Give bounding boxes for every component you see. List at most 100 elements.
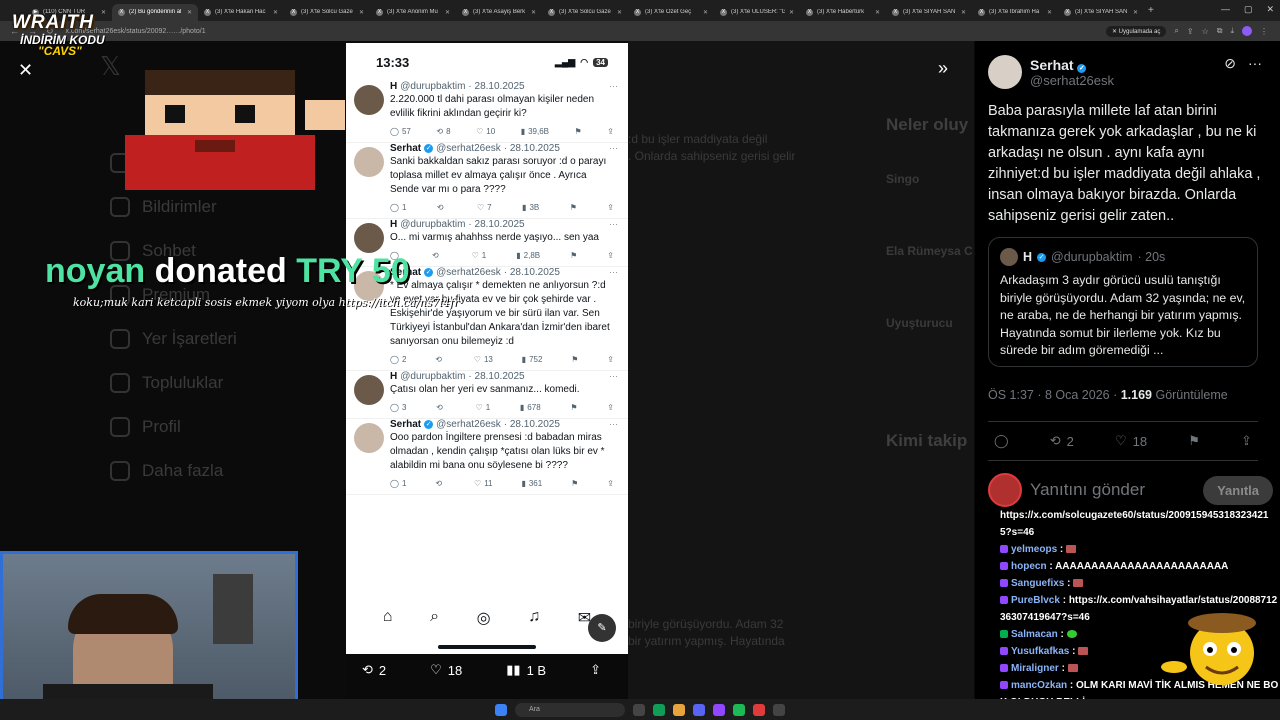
close-tab-icon[interactable]: ✕ bbox=[187, 9, 192, 16]
close-tab-icon[interactable]: ✕ bbox=[273, 9, 278, 16]
like-action[interactable]: ♡ 1 bbox=[476, 403, 491, 412]
like-action[interactable]: ♡ 7 bbox=[477, 203, 492, 212]
maximize-icon[interactable]: ▢ bbox=[1244, 4, 1253, 15]
repost-action[interactable]: ⟲ bbox=[435, 355, 445, 364]
bookmark-icon[interactable]: ⚑ bbox=[571, 479, 578, 488]
browser-tab[interactable]: X (2) Bu gönderinin al ✕ bbox=[112, 3, 198, 21]
reply-action[interactable]: ◯ 2 bbox=[390, 355, 406, 364]
repost-action[interactable]: ⟲ bbox=[436, 403, 446, 412]
bookmark-icon[interactable]: ⚑ bbox=[570, 251, 577, 260]
chat-username[interactable]: Sanguefixs bbox=[1011, 578, 1064, 589]
menu-icon[interactable]: ⋮ bbox=[1260, 27, 1268, 36]
browser-tab[interactable]: X (3) X'te Solcu Gaze ✕ bbox=[542, 4, 628, 21]
chat-username[interactable]: hopecn bbox=[1011, 561, 1047, 572]
like-action[interactable]: ♡ 1 bbox=[472, 251, 487, 260]
close-tab-icon[interactable]: ✕ bbox=[359, 9, 364, 16]
extensions-icon[interactable]: ⧉ bbox=[1217, 26, 1223, 36]
reply-icon[interactable]: ◯ bbox=[994, 433, 1009, 449]
repost-action[interactable]: ⟲ bbox=[432, 251, 442, 260]
home-icon[interactable]: ⌂ bbox=[383, 608, 393, 654]
more-options-icon[interactable]: ··· bbox=[609, 419, 618, 429]
repost-action[interactable]: ⟲ bbox=[437, 203, 447, 212]
chat-username[interactable]: PureBlvck bbox=[1011, 595, 1060, 606]
repost-action[interactable]: ⟲ 2 bbox=[1050, 433, 1074, 449]
like-action[interactable]: ♡ 11 bbox=[474, 479, 492, 488]
more-options-icon[interactable]: ··· bbox=[609, 81, 618, 91]
like-action[interactable]: ♡ 18 bbox=[1115, 433, 1147, 449]
start-icon[interactable] bbox=[495, 703, 507, 716]
close-tab-icon[interactable]: ✕ bbox=[961, 9, 966, 16]
browser-tab[interactable]: X (3) X'te SİYAH SAN ✕ bbox=[886, 4, 972, 21]
spotify-icon[interactable] bbox=[733, 703, 745, 716]
browser-tab[interactable]: X (3) X'te Özet Geç ✕ bbox=[628, 4, 714, 21]
twitch-icon[interactable] bbox=[713, 703, 725, 716]
downloads-icon[interactable]: ⤓ bbox=[1230, 26, 1234, 36]
obs-icon[interactable] bbox=[753, 703, 765, 716]
repost-action[interactable]: ⟲ 2 bbox=[362, 662, 386, 678]
share-icon[interactable]: ⇪ bbox=[607, 251, 614, 260]
like-action[interactable]: ♡ 18 bbox=[430, 662, 462, 678]
chat-username[interactable]: Yusufkafkas bbox=[1011, 646, 1069, 657]
bookmark-icon[interactable]: ⚑ bbox=[575, 127, 582, 136]
thread-tweet[interactable]: ··· Serhat ✓ @serhat26esk · 28.10.2025 Sanki … bbox=[346, 143, 628, 219]
close-window-icon[interactable]: ✕ bbox=[1266, 4, 1274, 15]
explorer-icon[interactable] bbox=[673, 703, 685, 716]
close-tab-icon[interactable]: ✕ bbox=[789, 9, 794, 16]
new-tab-button[interactable]: + bbox=[1148, 5, 1154, 16]
close-icon[interactable]: ✕ bbox=[18, 60, 33, 81]
bookmark-icon[interactable]: ⚑ bbox=[1188, 433, 1200, 449]
reply-input[interactable]: Yanıtını gönder bbox=[1030, 480, 1195, 500]
app-icon[interactable] bbox=[773, 703, 785, 716]
thread-tweet[interactable]: ··· Serhat ✓ @serhat26esk · 28.10.2025 Ooo pa… bbox=[346, 419, 628, 495]
more-options-icon[interactable]: ··· bbox=[609, 143, 618, 153]
chat-username[interactable]: Miraligner bbox=[1011, 663, 1059, 674]
browser-tab[interactable]: X (3) X'te Habertürk ✕ bbox=[800, 4, 886, 21]
share-icon[interactable]: ⇪ bbox=[607, 203, 614, 212]
quoted-post[interactable]: H ✓ @durupbaktim · 20s Arkadaşım 3 aydır… bbox=[988, 237, 1258, 367]
close-tab-icon[interactable]: ✕ bbox=[101, 9, 106, 16]
close-tab-icon[interactable]: ✕ bbox=[1047, 9, 1052, 16]
browser-tab[interactable]: X (3) X'te Solcu Gaze ✕ bbox=[284, 4, 370, 21]
close-tab-icon[interactable]: ✕ bbox=[1133, 9, 1138, 16]
browser-tab[interactable]: X (3) X'te ULUSER: "G ✕ bbox=[714, 4, 800, 21]
repost-action[interactable]: ⟲ 8 bbox=[436, 127, 450, 136]
zoom-icon[interactable]: ⌕ bbox=[1174, 26, 1178, 36]
profile-avatar[interactable] bbox=[1242, 26, 1252, 36]
taskbar-search[interactable]: Ara bbox=[515, 702, 625, 717]
views-action[interactable]: ▮ 752 bbox=[522, 355, 543, 364]
reply-action[interactable]: ◯ 3 bbox=[390, 403, 406, 412]
reply-action[interactable]: ◯ 1 bbox=[390, 203, 406, 212]
share-icon[interactable]: ⇪ bbox=[607, 127, 614, 136]
share-action[interactable]: ⇪ bbox=[590, 662, 601, 678]
browser-tab[interactable]: X (3) X'te SİYAH SAN ✕ bbox=[1058, 4, 1144, 21]
chat-username[interactable]: yelmeops bbox=[1011, 544, 1057, 555]
widgets-icon[interactable] bbox=[633, 703, 645, 716]
views-action[interactable]: ▮▮ 1 B bbox=[506, 662, 546, 678]
reply-action[interactable]: ◯ 57 bbox=[390, 127, 411, 136]
share-icon[interactable]: ⇪ bbox=[607, 479, 614, 488]
views-action[interactable]: ▮ 3B bbox=[522, 203, 539, 212]
post-author[interactable]: Serhat ✓ @serhat26esk bbox=[988, 55, 1114, 89]
more-options-icon[interactable]: ··· bbox=[1248, 55, 1262, 72]
chrome-icon[interactable] bbox=[653, 703, 665, 716]
more-options-icon[interactable]: ··· bbox=[609, 219, 618, 229]
like-action[interactable]: ♡ 13 bbox=[474, 355, 493, 364]
thread-tweet[interactable]: ··· H @durupbaktim · 28.10.2025 Çatısı olan … bbox=[346, 371, 628, 419]
share-icon[interactable]: ⇪ bbox=[607, 403, 614, 412]
minimize-icon[interactable]: — bbox=[1221, 4, 1230, 15]
browser-tab[interactable]: X (3) X'te Anonim Mu ✕ bbox=[370, 4, 456, 21]
chat-username[interactable]: mancOzkan bbox=[1011, 680, 1067, 691]
bookmark-star-icon[interactable]: ☆ bbox=[1202, 27, 1209, 36]
url-field[interactable]: x.com/serhat26esk/status/20092……/photo/1 bbox=[66, 28, 1106, 35]
share-icon[interactable]: ⇪ bbox=[1241, 433, 1252, 449]
open-in-app-button[interactable]: ✕ Uygulamada aç bbox=[1105, 25, 1167, 37]
views-action[interactable]: ▮ 361 bbox=[521, 479, 542, 488]
reply-action[interactable]: ◯ 1 bbox=[390, 479, 406, 488]
share-icon[interactable]: ⇪ bbox=[607, 355, 614, 364]
close-tab-icon[interactable]: ✕ bbox=[617, 9, 622, 16]
discord-icon[interactable] bbox=[693, 703, 705, 716]
close-tab-icon[interactable]: ✕ bbox=[531, 9, 536, 16]
collapse-panel-icon[interactable]: » bbox=[938, 58, 948, 79]
close-tab-icon[interactable]: ✕ bbox=[703, 9, 708, 16]
views-action[interactable]: ▮ 2,8B bbox=[516, 251, 540, 260]
